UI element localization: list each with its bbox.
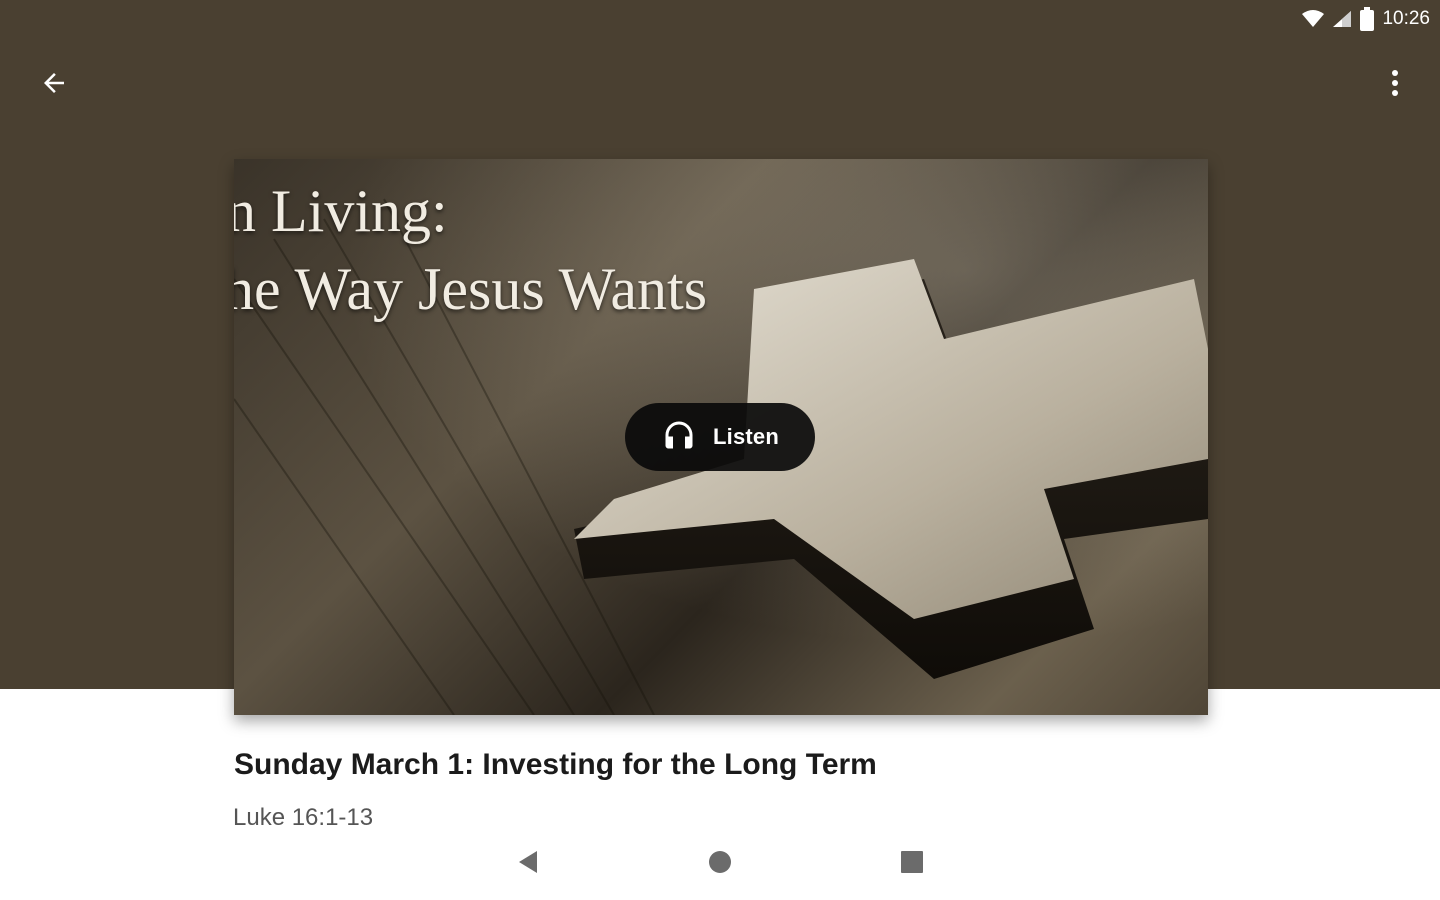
artwork-title-line-1: n Living: [234,178,448,244]
status-bar: 10:26 [1302,4,1430,34]
nav-home-icon [708,850,732,879]
nav-back-button[interactable] [498,838,558,890]
battery-icon [1360,7,1375,31]
nav-recents-icon [901,850,923,878]
nav-back-icon [517,850,539,879]
back-button[interactable] [26,57,82,113]
listen-button[interactable]: Listen [625,403,815,471]
status-time: 10:26 [1382,8,1430,29]
cell-signal-icon [1332,10,1352,28]
nav-recents-button[interactable] [882,838,942,890]
more-options-button[interactable] [1367,57,1423,113]
headphones-icon [661,417,697,458]
listen-label: Listen [713,424,779,449]
scripture-reference: Luke 16:1-13 [233,804,374,831]
sermon-title: Sunday March 1: Investing for the Long T… [234,748,877,781]
navigation-bar [0,838,1440,890]
artwork-title-line-2: he Way Jesus Wants [234,256,708,322]
wifi-icon [1302,10,1325,28]
more-vert-icon [1391,69,1399,102]
arrow-back-icon [39,68,69,103]
nav-home-button[interactable] [690,838,750,890]
